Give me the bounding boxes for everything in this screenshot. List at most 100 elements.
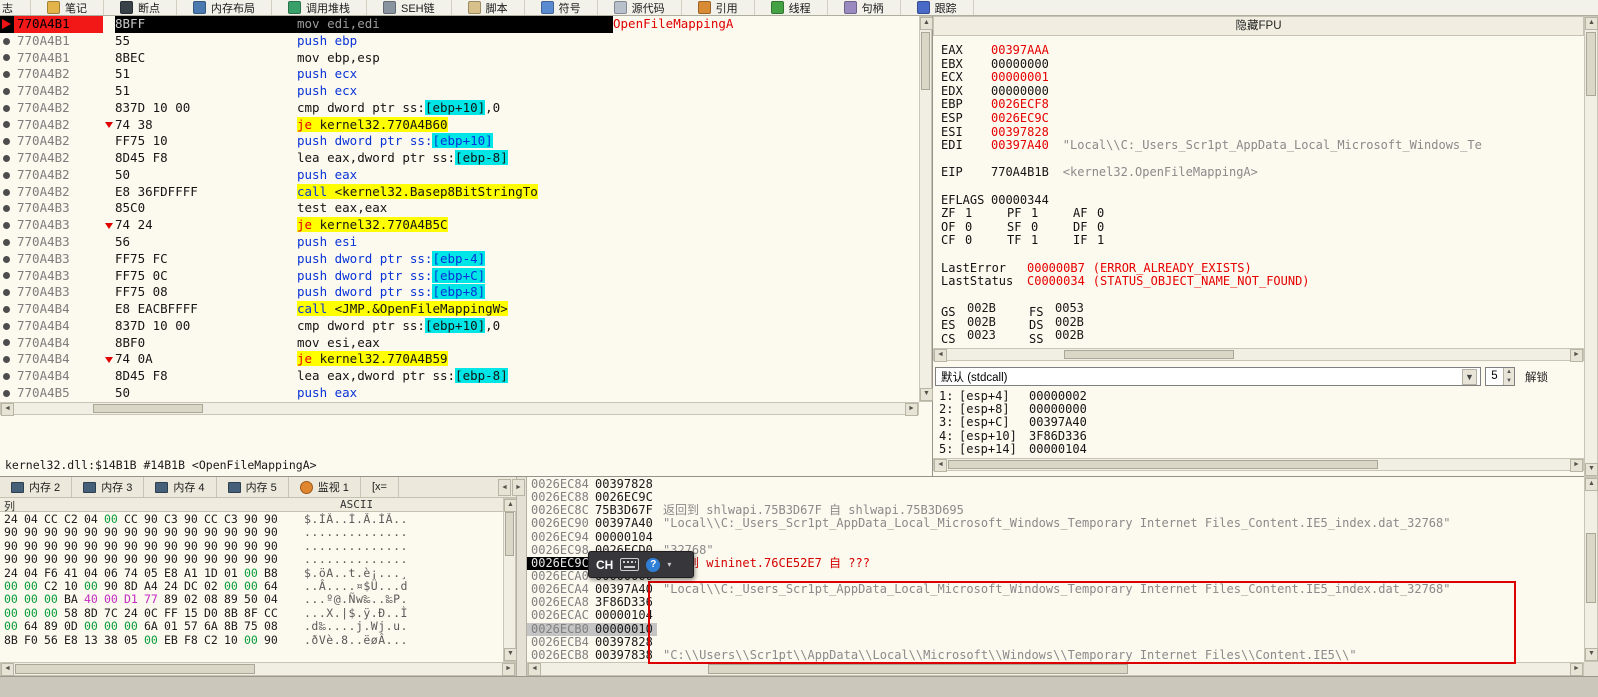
scroll-up-icon[interactable]: ▲ xyxy=(1585,478,1598,491)
disasm-row[interactable]: 770A4B1 8BFF mov edi,edi OpenFileMappingA xyxy=(0,16,919,33)
scroll-down-icon[interactable]: ▼ xyxy=(920,388,933,401)
scroll-thumb[interactable] xyxy=(948,460,1378,469)
spinner-down-icon[interactable]: ▼ xyxy=(1503,376,1514,385)
toolbar-tab-source[interactable]: 源代码 xyxy=(598,0,682,15)
dump-view[interactable]: 24 04 CC C2 04 00 CC 90 C3 90 CC C3 90 90 $.ÌÂ..Ì.Ã.ÌÃ… xyxy=(0,513,503,662)
toolbar-tab-symbols[interactable]: 符号 xyxy=(525,0,598,15)
disasm-row[interactable]: 770A4B2 74 38 je kernel32.770A4B60 xyxy=(0,116,919,134)
chevron-down-icon[interactable]: ▼ xyxy=(1462,368,1477,385)
segment-row[interactable]: ES 002B DS 002B xyxy=(933,316,1584,332)
scroll-up-icon[interactable]: ▲ xyxy=(920,17,933,30)
args-hscroll[interactable]: ◄ ► xyxy=(933,458,1584,472)
spinner-up-icon[interactable]: ▲ xyxy=(1503,368,1514,377)
eflags-row[interactable]: EFLAGS 00000344 xyxy=(933,193,1584,208)
registers-vscroll[interactable]: ▲ ▼ xyxy=(1584,16,1598,477)
register-row[interactable]: EBP 0026ECF8 xyxy=(933,98,1584,112)
dump-vscroll[interactable]: ▲ ▼ xyxy=(503,498,517,662)
disasm-row[interactable]: 770A4B2 51 push ecx xyxy=(0,83,919,100)
disasm-row[interactable]: 770A4B4 8D45 F8 lea eax,dword ptr ss:[ebp-… xyxy=(0,368,919,385)
dump-row[interactable]: 90 90 90 90 90 90 90 90 90 90 90 90 90 90............… xyxy=(0,525,503,539)
stack-row[interactable]: 0026EC84 00397828 xyxy=(527,478,1584,491)
calling-convention-select[interactable]: 默认 (stdcall) ▼ xyxy=(935,367,1481,386)
dump-row[interactable]: 90 90 90 90 90 90 90 90 90 90 90 90 90 90............… xyxy=(0,539,503,553)
register-row[interactable]: ESI 00397828 xyxy=(933,125,1584,140)
disasm-row[interactable]: 770A4B2 50 push eax xyxy=(0,167,919,184)
dump-row[interactable]: 8B F0 56 E8 13 38 05 00 EB F8 C2 10 00 90 .ðVè.8..ëøÂ.… xyxy=(0,633,503,647)
disasm-hscroll[interactable]: ◄ ► xyxy=(0,402,919,416)
disasm-row[interactable]: 770A4B1 8BEC mov ebp,esp xyxy=(0,50,919,67)
scroll-thumb[interactable] xyxy=(1064,350,1234,359)
dock-splitter[interactable] xyxy=(516,477,527,676)
segment-row[interactable]: CS 0023 SS 002B xyxy=(933,329,1584,345)
disasm-row[interactable]: 770A4B4 E8 EACBFFFF call <JMP.&OpenFileMap… xyxy=(0,301,919,318)
segment-row[interactable]: GS 002B FS 0053 xyxy=(933,302,1584,318)
disasm-vscroll[interactable]: ▲ ▼ xyxy=(919,16,933,402)
stack-row[interactable]: 0026EC90 00397A40 "Local\\C:_Users_Scr1pt_… xyxy=(527,517,1584,530)
dump-tab-dump-4[interactable]: 内存 4 xyxy=(144,477,217,497)
dump-row[interactable]: 00 00 00 BA 40 00 D1 77 89 02 08 89 50 04 ...º@.Ñw‰..‰… xyxy=(0,592,503,606)
toolbar-tab-trace[interactable]: 跟踪 xyxy=(901,0,974,15)
registers-hscroll[interactable]: ◄ ► xyxy=(933,348,1584,362)
disasm-row[interactable]: 770A4B3 FF75 0C push dword ptr ss:[ebp+C] xyxy=(0,267,919,284)
scroll-right-icon[interactable]: ► xyxy=(1570,349,1583,362)
last-status-row[interactable]: LastError 000000B7 (ERROR_ALREADY_EXISTS) xyxy=(933,261,1584,276)
keyboard-icon[interactable] xyxy=(620,558,640,571)
stack-row[interactable]: 0026EC94 00000104 xyxy=(527,530,1584,544)
scroll-thumb[interactable] xyxy=(708,664,1128,674)
scroll-right-icon[interactable]: ► xyxy=(1570,459,1583,472)
scroll-left-icon[interactable]: ◄ xyxy=(528,663,541,676)
dump-row[interactable]: 24 04 CC C2 04 00 CC 90 C3 90 CC C3 90 90 $.ÌÂ..Ì.Ã.ÌÃ… xyxy=(0,513,503,526)
stack-vscroll[interactable]: ▲ ▼ xyxy=(1584,477,1598,662)
scroll-right-icon[interactable]: ► xyxy=(1570,663,1583,676)
tab-scroll-right-icon[interactable]: ► xyxy=(512,479,525,496)
panel-splitter-vertical[interactable] xyxy=(932,16,933,477)
register-row[interactable]: EDX 00000000 xyxy=(933,84,1584,99)
register-row-eip[interactable]: EIP 770A4B1B <kernel32.OpenFileMappingA> xyxy=(933,166,1584,180)
disasm-row[interactable]: 770A4B2 E8 36FDFFFF call <kernel32.Basep8B… xyxy=(0,183,919,201)
scroll-thumb[interactable] xyxy=(921,32,930,90)
tab-scroll-left-icon[interactable]: ◄ xyxy=(498,479,511,496)
disasm-row[interactable]: 770A4B4 8BF0 mov esi,eax xyxy=(0,335,919,352)
disasm-row[interactable]: 770A4B3 85C0 test eax,eax xyxy=(0,200,919,217)
disasm-row[interactable]: 770A4B3 FF75 FC push dword ptr ss:[ebp-4] xyxy=(0,250,919,268)
disasm-row[interactable]: 770A4B2 FF75 10 push dword ptr ss:[ebp+10] xyxy=(0,133,919,150)
dump-tab-dump-3[interactable]: 内存 3 xyxy=(72,477,145,497)
toolbar-tab-memory-map[interactable]: 内存布局 xyxy=(177,0,272,15)
disasm-row[interactable]: 770A4B4 837D 10 00 cmp dword ptr ss:[ebp+1… xyxy=(0,317,919,335)
dump-row[interactable]: 24 04 F6 41 04 06 74 05 E8 A1 1D 01 00 B8 $.öA..t.è¡..… xyxy=(0,566,503,580)
scroll-left-icon[interactable]: ◄ xyxy=(1,403,14,416)
disasm-row[interactable]: 770A4B2 8D45 F8 lea eax,dword ptr ss:[ebp-… xyxy=(0,150,919,167)
toolbar-tab-script[interactable]: 脚本 xyxy=(452,0,525,15)
dump-row[interactable]: 00 00 00 58 8D 7C 24 0C FF 15 D0 8B 8F CC ...X.|$.ÿ.Ð.… xyxy=(0,606,503,620)
dump-row[interactable]: 00 00 C2 10 00 90 8D A4 24 DC 02 00 00 64 ..Â....¤$Ü..… xyxy=(0,579,503,593)
dump-row[interactable]: 90 90 90 90 90 90 90 90 90 90 90 90 90 90............… xyxy=(0,552,503,566)
toolbar-tab-threads[interactable]: 线程 xyxy=(755,0,828,15)
scroll-thumb[interactable] xyxy=(93,404,203,413)
dump-tab-locals[interactable]: [x= xyxy=(361,477,399,497)
disasm-row[interactable]: 770A4B3 74 24 je kernel32.770A4B5C xyxy=(0,217,919,234)
argument-row[interactable]: 5: [esp+14] 00000104 xyxy=(933,442,1584,456)
ime-language-label[interactable]: CH xyxy=(596,558,613,572)
disasm-row[interactable]: 770A4B2 51 push ecx xyxy=(0,66,919,83)
help-icon[interactable]: ? xyxy=(646,557,661,572)
scroll-thumb[interactable] xyxy=(505,512,514,556)
stack-hscroll[interactable]: ◄ ► xyxy=(527,662,1584,676)
toolbar-tab-call-stack[interactable]: 调用堆栈 xyxy=(272,0,367,15)
disasm-row[interactable]: 770A4B2 837D 10 00 cmp dword ptr ss:[ebp+1… xyxy=(0,99,919,117)
unlock-label[interactable]: 解锁 xyxy=(1525,369,1548,385)
dump-tab-dump-2[interactable]: 内存 2 xyxy=(0,477,73,497)
dump-row[interactable]: 00 64 89 0D 00 00 00 6A 01 57 6A 8B 75 08 .d‰....j.Wj.… xyxy=(0,619,503,633)
toolbar-tab-handles[interactable]: 句柄 xyxy=(828,0,901,15)
scroll-left-icon[interactable]: ◄ xyxy=(934,349,947,362)
scroll-up-icon[interactable]: ▲ xyxy=(1585,17,1598,30)
scroll-thumb[interactable] xyxy=(1586,32,1596,96)
scroll-thumb[interactable] xyxy=(15,664,255,674)
scroll-thumb[interactable] xyxy=(1586,533,1596,603)
last-status-row[interactable]: LastStatus C0000034 (STATUS_OBJECT_NAME_NO… xyxy=(933,274,1584,289)
toolbar-tab-breakpoints[interactable]: 断点 xyxy=(104,0,177,15)
flags-row[interactable]: ZF 1 PF 1 AF 0 xyxy=(933,207,1584,221)
ime-language-bar[interactable]: CH ? ▾ xyxy=(588,551,694,578)
register-row[interactable]: EAX 00397AAA xyxy=(933,44,1584,58)
hide-fpu-button[interactable]: 隐藏FPU xyxy=(933,16,1584,36)
flags-row[interactable]: CF 0 TF 1 IF 1 xyxy=(933,234,1584,248)
